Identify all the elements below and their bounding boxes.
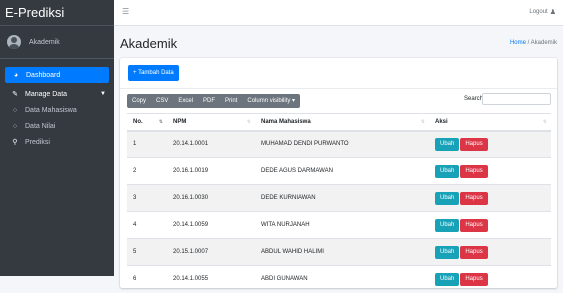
print-button[interactable]: Print	[220, 94, 242, 108]
cell-nama: DEDE KURNIAWAN	[255, 184, 429, 212]
breadcrumb-home-link[interactable]: Home	[510, 40, 526, 46]
sidebar-item-label: Prediksi	[25, 138, 50, 146]
menu-toggle-icon[interactable]: ☰	[122, 7, 129, 16]
breadcrumb-separator: /	[527, 40, 530, 46]
card-divider	[120, 88, 557, 89]
pdf-button[interactable]: PDF	[198, 94, 220, 108]
user-panel[interactable]: Akademik	[0, 26, 114, 59]
cell-nama: ABDUL WAHID HALIMI	[255, 238, 429, 266]
cell-no: 3	[127, 184, 167, 212]
delete-button[interactable]: Hapus	[460, 137, 488, 151]
cell-npm: 20.14.1.0059	[167, 211, 255, 239]
cell-aksi: Ubah Hapus	[429, 238, 551, 266]
circle-icon: ○	[12, 122, 18, 130]
copy-button[interactable]: Copy	[127, 94, 151, 108]
cell-no: 1	[127, 130, 167, 158]
delete-button[interactable]: Hapus	[460, 218, 488, 232]
cell-aksi: Ubah Hapus	[429, 157, 551, 185]
dashboard-icon: ◕	[13, 71, 19, 79]
column-header-nama[interactable]: Nama Mahasiswa ⇅	[255, 113, 429, 132]
cell-no: 5	[127, 238, 167, 266]
cell-no: 6	[127, 265, 167, 293]
column-header-npm[interactable]: NPM ⇅	[167, 113, 255, 132]
cell-aksi: Ubah Hapus	[429, 130, 551, 158]
cell-no: 4	[127, 211, 167, 239]
sidebar: Akademik ◕ Dashboard ✎ Manage Data ▼ ○ D…	[0, 26, 114, 276]
chevron-down-icon: ▼	[100, 91, 106, 97]
column-header-aksi[interactable]: Aksi ⇅	[429, 113, 551, 132]
delete-button[interactable]: Hapus	[460, 164, 488, 178]
table-header-row: No. ⇅ NPM ⇅ Nama Mahasiswa ⇅ Aksi ⇅	[127, 113, 551, 132]
cell-aksi: Ubah Hapus	[429, 265, 551, 293]
sort-icon: ⇅	[420, 119, 425, 125]
table-row: 5 20.15.1.0007 ABDUL WAHID HALIMI Ubah Ha…	[127, 238, 551, 266]
sidebar-item-label: Manage Data	[25, 90, 68, 98]
sidebar-item-label: Dashboard	[26, 71, 61, 79]
edit-button[interactable]: Ubah	[435, 164, 460, 178]
sort-icon: ⇅	[246, 119, 251, 125]
sidebar-item-manage-data[interactable]: ✎ Manage Data ▼	[0, 86, 114, 102]
column-header-no[interactable]: No. ⇅	[127, 113, 167, 132]
circle-icon: ○	[12, 106, 18, 114]
user-icon: ♟	[549, 9, 556, 16]
app-brand[interactable]: E-Prediksi	[0, 0, 114, 26]
search-icon: ⚲	[12, 139, 18, 146]
delete-button[interactable]: Hapus	[460, 191, 488, 205]
edit-button[interactable]: Ubah	[435, 137, 460, 151]
cell-no: 2	[127, 157, 167, 185]
search-input[interactable]	[482, 93, 551, 105]
edit-button[interactable]: Ubah	[435, 191, 460, 205]
delete-button[interactable]: Hapus	[460, 272, 488, 286]
cell-npm: 20.15.1.0007	[167, 238, 255, 266]
user-name[interactable]: Akademik	[29, 39, 60, 46]
sidebar-item-label: Data Nilai	[25, 122, 56, 130]
sidebar-item-dashboard[interactable]: ◕ Dashboard	[5, 67, 109, 83]
delete-button[interactable]: Hapus	[460, 245, 488, 259]
mahasiswa-table: No. ⇅ NPM ⇅ Nama Mahasiswa ⇅ Aksi ⇅ 1 20.14.…	[127, 113, 551, 293]
table-row: 4 20.14.1.0059 WITA NURJANAH Ubah Hapus	[127, 211, 551, 239]
sidebar-nav: ◕ Dashboard ✎ Manage Data ▼ ○ Data Mahas…	[0, 67, 114, 150]
sort-icon: ⇅	[158, 119, 163, 125]
cell-nama: WITA NURJANAH	[255, 211, 429, 239]
cell-nama: MUHAMAD DENDI PURWANTO	[255, 130, 429, 158]
export-button-group: Copy CSV Excel PDF Print Column visibili…	[127, 94, 301, 108]
table-row: 3 20.16.1.0030 DEDE KURNIAWAN Ubah Hapus	[127, 184, 551, 212]
cell-aksi: Ubah Hapus	[429, 211, 551, 239]
cell-npm: 20.16.1.0019	[167, 157, 255, 185]
sidebar-item-prediksi[interactable]: ⚲ Prediksi	[0, 134, 114, 150]
table-row: 6 20.14.1.0055 ABDI GUNAWAN Ubah Hapus	[127, 265, 551, 293]
logout-label: Logout	[529, 9, 548, 15]
cell-npm: 20.14.1.0055	[167, 265, 255, 293]
cell-npm: 20.14.1.0001	[167, 130, 255, 158]
cell-aksi: Ubah Hapus	[429, 184, 551, 212]
edit-icon: ✎	[12, 91, 18, 98]
excel-button[interactable]: Excel	[173, 94, 198, 108]
csv-button[interactable]: CSV	[151, 94, 173, 108]
cell-npm: 20.16.1.0030	[167, 184, 255, 212]
table-row: 2 20.16.1.0019 DEDE AGUS DARMAWAN Ubah Ha…	[127, 157, 551, 185]
table-row: 1 20.14.1.0001 MUHAMAD DENDI PURWANTO Ub…	[127, 130, 551, 158]
top-navbar: ☰ Logout ♟	[114, 0, 563, 26]
page-title: Akademik	[120, 36, 178, 51]
avatar	[7, 35, 21, 49]
sidebar-item-label: Data Mahasiswa	[25, 106, 77, 114]
sidebar-item-data-nilai[interactable]: ○ Data Nilai	[0, 118, 114, 134]
edit-button[interactable]: Ubah	[435, 245, 460, 259]
sort-icon: ⇅	[542, 119, 547, 125]
breadcrumb-current: Akademik	[530, 40, 557, 46]
cell-nama: ABDI GUNAWAN	[255, 265, 429, 293]
breadcrumb: Home / Akademik	[510, 40, 557, 46]
data-card: + Tambah Data Copy CSV Excel PDF Print C…	[120, 58, 557, 293]
cell-nama: DEDE AGUS DARMAWAN	[255, 157, 429, 185]
logout-button[interactable]: Logout ♟	[529, 8, 556, 16]
add-data-button[interactable]: + Tambah Data	[128, 65, 179, 81]
sidebar-item-data-mahasiswa[interactable]: ○ Data Mahasiswa	[0, 102, 114, 118]
column-visibility-button[interactable]: Column visibility ▾	[242, 94, 300, 108]
edit-button[interactable]: Ubah	[435, 272, 460, 286]
edit-button[interactable]: Ubah	[435, 218, 460, 232]
